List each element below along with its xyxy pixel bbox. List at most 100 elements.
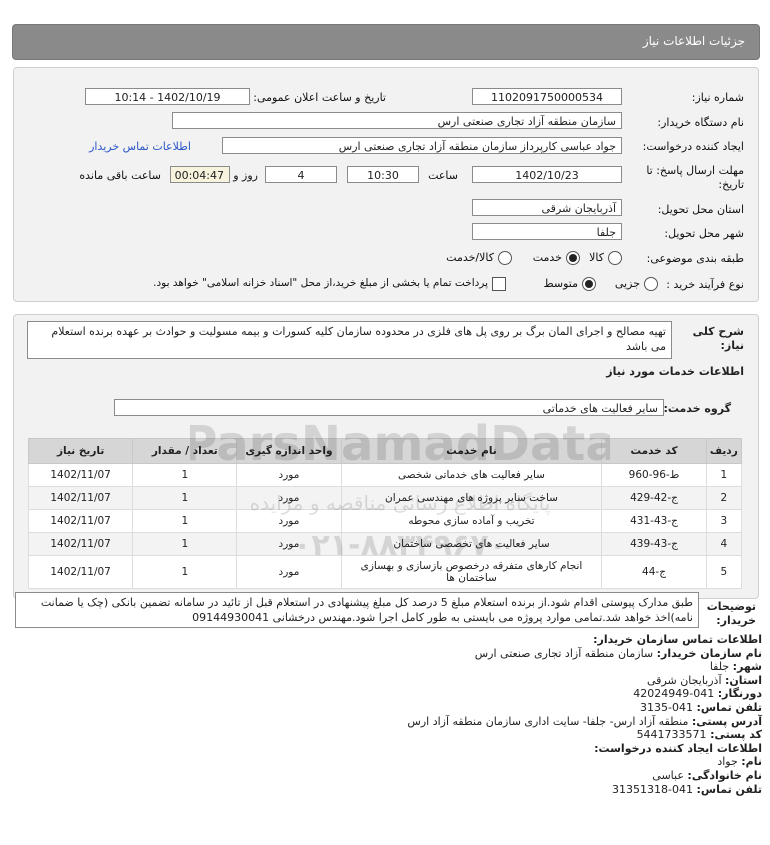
payment-checkbox[interactable] <box>492 277 506 291</box>
creator-name-label: نام: <box>741 755 762 769</box>
contact-title: اطلاعات تماس سازمان خریدار: <box>593 633 762 646</box>
page-title: جزئیات اطلاعات نیاز <box>642 34 745 48</box>
description-label: شرح کلی <box>692 325 744 338</box>
col-unit: واحد اندازه گیری <box>236 438 342 464</box>
payment-note: پرداخت تمام یا بخشی از مبلغ خرید،از محل … <box>153 277 488 289</box>
creator-label: ایجاد کننده درخواست: <box>642 140 744 153</box>
deadline-label: مهلت ارسال پاسخ: تا <box>646 164 744 177</box>
process-option-medium: متوسط <box>543 277 578 290</box>
province-field: آذربایجان شرقی <box>472 199 622 216</box>
col-name: نام خدمت <box>340 438 603 464</box>
contact-info: اطلاعات تماس سازمان خریدار: نام سازمان خ… <box>12 633 762 796</box>
table-row: 2 ج-42-429 ساخت سایر پروژه های مهندسی عم… <box>27 486 743 510</box>
cell-name: سایر فعالیت های تخصصی ساختمان <box>340 532 603 556</box>
contact-phone-label: تلفن تماس: <box>696 700 762 714</box>
cell-row: 3 <box>705 509 743 533</box>
notes-text: طبق مدارک پیوستی اقدام شود.از برنده استع… <box>15 592 699 628</box>
need-info-panel: شماره نیاز: 1102091750000534 تاریخ و ساع… <box>13 67 759 302</box>
cell-code: ج-43-439 <box>601 532 707 556</box>
cell-qty: 1 <box>132 532 238 556</box>
city-field: جلفا <box>472 223 622 240</box>
services-table: ردیف کد خدمت نام خدمت واحد اندازه گیری ت… <box>27 438 743 589</box>
cell-date: 1402/11/07 <box>27 555 134 589</box>
contact-fax: 041-42024949 <box>633 687 715 701</box>
remaining-label: ساعت باقی مانده <box>79 169 161 182</box>
page-header: جزئیات اطلاعات نیاز <box>12 24 760 60</box>
announce-field: 1402/10/19 - 10:14 <box>85 88 250 105</box>
contact-org: سازمان منطقه آزاد تجاری صنعتی ارس <box>474 646 654 660</box>
contact-postal: 5441733571 <box>636 728 707 742</box>
notes-label-2: خریدار: <box>716 614 756 627</box>
notes-label: توضیحات <box>706 600 756 613</box>
days-field: 4 <box>265 166 337 183</box>
cell-unit: مورد <box>236 509 342 533</box>
contact-address: منطقه آزاد ارس- جلفا- سایت اداری سازمان … <box>407 714 689 728</box>
deadline-time-field: 10:30 <box>347 166 419 183</box>
category-label: طبقه بندی موضوعی: <box>646 252 744 265</box>
remaining-time-field: 00:04:47 <box>170 166 230 183</box>
cell-unit: مورد <box>236 463 342 487</box>
contact-city-label: شهر: <box>732 660 762 674</box>
col-code: کد خدمت <box>601 438 707 464</box>
table-row: 4 ج-43-439 سایر فعالیت های تخصصی ساختمان… <box>27 532 743 556</box>
process-option-minor: جزیی <box>614 277 640 290</box>
buyer-org-field: سازمان منطقه آزاد تجاری صنعتی ارس <box>172 112 622 129</box>
creator-family-label: نام خانوادگی: <box>687 768 762 782</box>
col-date: تاریخ نیاز <box>27 438 134 464</box>
creator-phone: 041-31351318 <box>612 782 694 796</box>
process-radio-minor[interactable] <box>644 277 658 291</box>
creator-phone-label: تلفن تماس: <box>696 782 762 796</box>
category-radio-goods[interactable] <box>608 251 622 265</box>
cell-date: 1402/11/07 <box>27 463 134 487</box>
cell-code: ج-42-429 <box>601 486 707 510</box>
cell-date: 1402/11/07 <box>27 486 134 510</box>
cell-code: ج-44 <box>601 555 707 589</box>
services-title: اطلاعات خدمات مورد نیاز <box>606 365 744 378</box>
cell-code: ط-96-960 <box>601 463 707 487</box>
cell-qty: 1 <box>132 509 238 533</box>
category-radio-service[interactable] <box>566 251 580 265</box>
cell-name: تخریب و آماده سازی محوطه <box>340 509 603 533</box>
buyer-notes: توضیحات خریدار: طبق مدارک پیوستی اقدام ش… <box>13 590 757 630</box>
table-header-row: ردیف کد خدمت نام خدمت واحد اندازه گیری ت… <box>27 438 743 464</box>
category-radio-goods-service[interactable] <box>498 251 512 265</box>
cell-unit: مورد <box>236 555 342 589</box>
cell-qty: 1 <box>132 486 238 510</box>
creator-family: عباسی <box>652 768 684 782</box>
cell-row: 1 <box>705 463 743 487</box>
announce-label: تاریخ و ساعت اعلان عمومی: <box>253 91 386 104</box>
process-radio-medium[interactable] <box>582 277 596 291</box>
contact-phone: 041-3135 <box>640 700 694 714</box>
contact-city: جلفا <box>709 660 730 674</box>
province-label: استان محل تحویل: <box>657 203 744 216</box>
cell-row: 5 <box>705 555 743 589</box>
contact-province: آذربایجان شرقی <box>647 673 722 687</box>
cell-unit: مورد <box>236 532 342 556</box>
cell-date: 1402/11/07 <box>27 509 134 533</box>
table-row: 1 ط-96-960 سایر فعالیت های خدماتی شخصی م… <box>27 463 743 487</box>
service-group-label: گروه خدمت: <box>663 402 731 415</box>
cell-code: ج-43-431 <box>601 509 707 533</box>
buyer-contact-link[interactable]: اطلاعات تماس خریدار <box>89 140 191 153</box>
cell-row: 2 <box>705 486 743 510</box>
days-label: روز و <box>233 169 258 182</box>
col-qty: تعداد / مقدار <box>132 438 238 464</box>
cell-qty: 1 <box>132 463 238 487</box>
col-row: ردیف <box>705 438 743 464</box>
description-label-2: نیاز: <box>720 339 744 352</box>
contact-org-label: نام سازمان خریدار: <box>656 646 762 660</box>
creator-info-title: اطلاعات ایجاد کننده درخواست: <box>594 741 762 755</box>
deadline-date-label: تاریخ: <box>718 178 744 191</box>
contact-postal-label: کد پستی: <box>710 728 762 742</box>
need-number-field: 1102091750000534 <box>472 88 622 105</box>
creator-field: جواد عباسی کارپرداز سازمان منطقه آزاد تج… <box>222 137 622 154</box>
description-text: تهیه مصالح و اجرای المان برگ بر روی پل ه… <box>27 321 672 359</box>
cell-date: 1402/11/07 <box>27 532 134 556</box>
cell-unit: مورد <box>236 486 342 510</box>
need-number-label: شماره نیاز: <box>691 91 744 104</box>
cell-name: سایر فعالیت های خدماتی شخصی <box>340 463 603 487</box>
category-option-goods: کالا <box>589 251 604 264</box>
service-group-field: سایر فعالیت های خدماتی <box>114 399 664 416</box>
buyer-org-label: نام دستگاه خریدار: <box>657 116 744 129</box>
cell-name: ساخت سایر پروژه های مهندسی عمران <box>340 486 603 510</box>
